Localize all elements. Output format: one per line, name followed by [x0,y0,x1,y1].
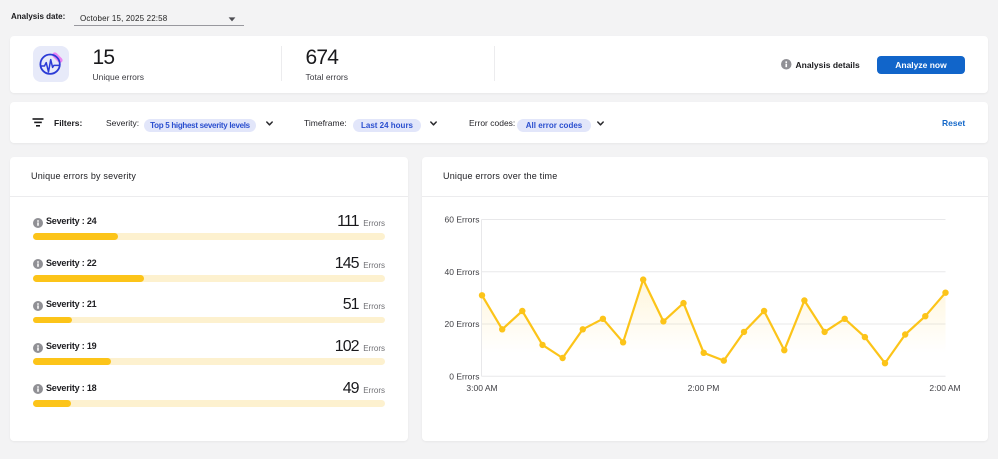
svg-text:20 Errors: 20 Errors [445,319,480,329]
svg-text:2:00 AM: 2:00 AM [929,383,960,393]
svg-text:2:00 PM: 2:00 PM [688,383,720,393]
svg-text:40 Errors: 40 Errors [445,267,480,277]
svg-text:60 Errors: 60 Errors [445,215,480,225]
svg-text:3:00 AM: 3:00 AM [466,383,497,393]
svg-text:0 Errors: 0 Errors [449,371,479,381]
